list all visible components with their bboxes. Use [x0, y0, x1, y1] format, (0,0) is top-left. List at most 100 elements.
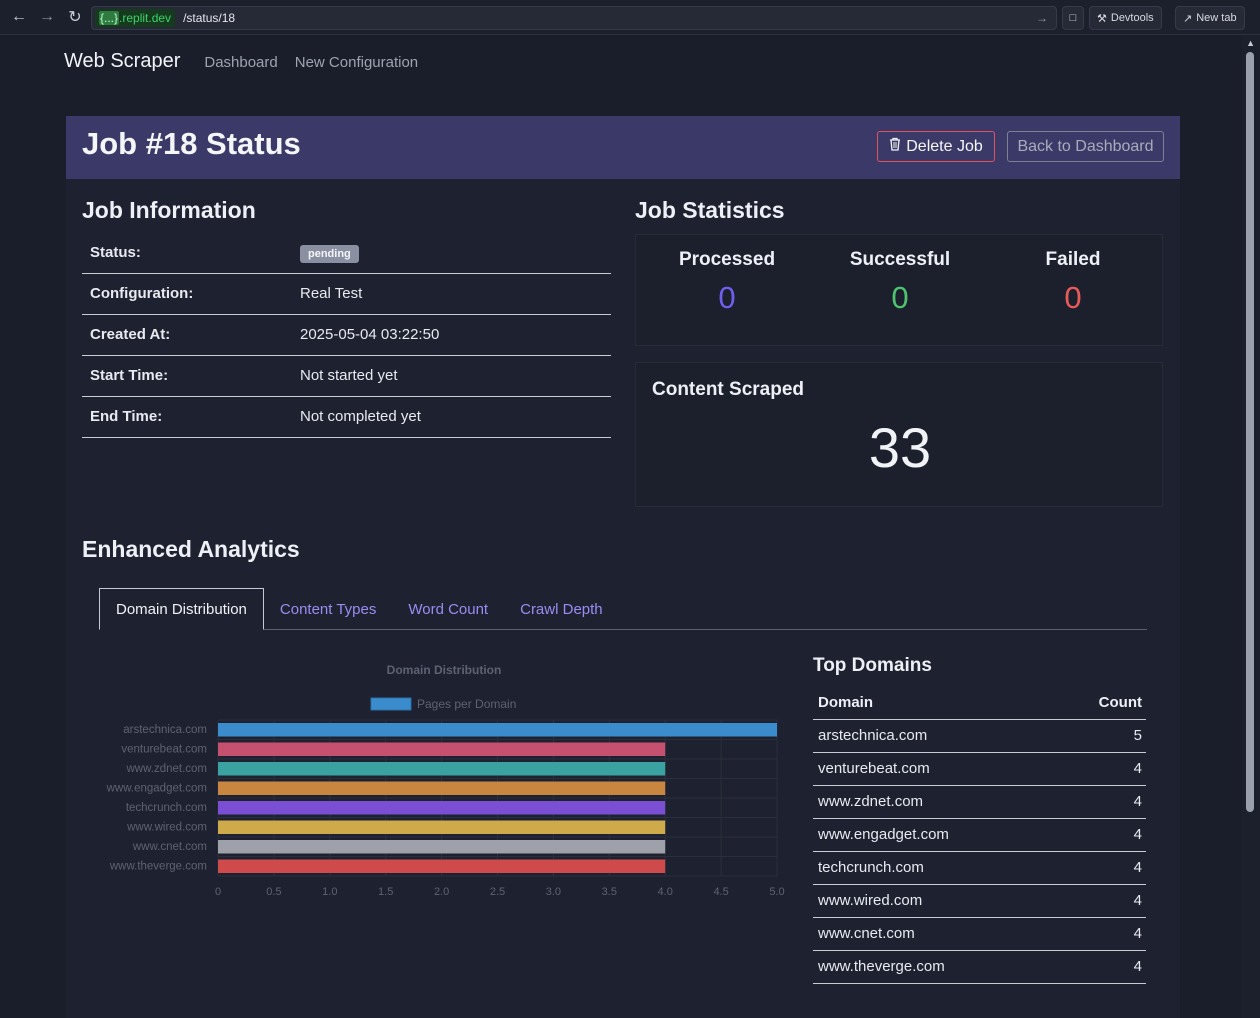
- y-tick-label: www.wired.com: [126, 822, 207, 834]
- count-cell: 4: [1059, 818, 1146, 852]
- end-time-value: Not completed yet: [300, 396, 611, 438]
- bar: [218, 801, 666, 815]
- count-cell: 4: [1059, 884, 1146, 918]
- failed-value: 0: [1064, 280, 1082, 315]
- x-tick-label: 4.0: [658, 886, 673, 898]
- delete-job-label: Delete Job: [906, 137, 983, 155]
- column-header-count: Count: [1059, 686, 1146, 720]
- browser-toolbar: ← → ↻ {...}.replit.dev /status/18 → □ ⚒ …: [0, 0, 1260, 35]
- y-tick-label: techcrunch.com: [126, 802, 207, 814]
- successful-stat: Successful 0: [812, 249, 988, 316]
- bar: [218, 859, 666, 873]
- devtools-label: Devtools: [1110, 12, 1154, 24]
- scroll-up-icon[interactable]: ▲: [1246, 38, 1255, 48]
- x-tick-label: 2.5: [490, 886, 505, 898]
- table-row: www.wired.com 4: [813, 884, 1146, 918]
- processed-value: 0: [718, 280, 736, 315]
- table-row: Created At: 2025-05-04 03:22:50: [82, 314, 611, 356]
- successful-value: 0: [891, 280, 909, 315]
- bar: [218, 723, 777, 737]
- domain-cell: techcrunch.com: [813, 851, 1060, 885]
- url-bar[interactable]: {...}.replit.dev /status/18 →: [91, 6, 1057, 30]
- bar: [218, 840, 666, 854]
- failed-stat: Failed 0: [985, 249, 1161, 316]
- job-information-heading: Job Information: [82, 197, 256, 223]
- y-tick-label: www.cnet.com: [132, 841, 207, 853]
- count-cell: 5: [1059, 719, 1146, 753]
- bar: [218, 762, 666, 776]
- domain-cell: arstechnica.com: [813, 719, 1060, 753]
- count-cell: 4: [1059, 851, 1146, 885]
- count-cell: 4: [1059, 917, 1146, 951]
- x-tick-label: 1.5: [378, 886, 393, 898]
- domain-cell: www.theverge.com: [813, 950, 1060, 984]
- wrench-icon: ⚒: [1097, 12, 1107, 25]
- brand-link[interactable]: Web Scraper: [64, 50, 180, 73]
- x-tick-label: 3.0: [546, 886, 561, 898]
- nav-link-dashboard[interactable]: Dashboard: [204, 54, 277, 71]
- go-arrow-icon[interactable]: →: [1036, 11, 1048, 25]
- table-row: www.theverge.com 4: [813, 950, 1146, 984]
- table-row: arstechnica.com 5: [813, 719, 1146, 753]
- job-info-table: Status: pending Configuration: Real Test…: [82, 232, 611, 438]
- enhanced-analytics-heading: Enhanced Analytics: [82, 536, 300, 562]
- back-arrow-icon[interactable]: ←: [5, 3, 33, 31]
- table-row: www.zdnet.com 4: [813, 785, 1146, 819]
- legend-swatch: [370, 697, 412, 711]
- y-tick-label: www.engadget.com: [106, 783, 207, 795]
- domain-cell: www.wired.com: [813, 884, 1060, 918]
- domain-distribution-chart: Domain Distribution Pages per Domain 0 0.5 1…: [106, 663, 785, 898]
- back-to-dashboard-button[interactable]: Back to Dashboard: [1007, 131, 1164, 162]
- delete-job-button[interactable]: Delete Job: [877, 131, 995, 162]
- count-cell: 4: [1059, 752, 1146, 786]
- url-host: {...}.replit.dev: [95, 9, 176, 27]
- url-path: /status/18: [183, 11, 236, 25]
- start-time-label: Start Time:: [82, 355, 300, 397]
- devtools-button[interactable]: ⚒ Devtools: [1089, 6, 1162, 30]
- legend-label: Pages per Domain: [417, 697, 516, 711]
- status-label: Status:: [82, 232, 300, 274]
- device-icon[interactable]: □: [1062, 6, 1084, 30]
- forward-arrow-icon[interactable]: →: [33, 3, 61, 31]
- tab-content-types[interactable]: Content Types: [264, 588, 392, 630]
- tab-word-count[interactable]: Word Count: [392, 588, 504, 630]
- start-time-value: Not started yet: [300, 355, 611, 397]
- table-row: techcrunch.com 4: [813, 851, 1146, 885]
- new-tab-label: New tab: [1196, 12, 1237, 24]
- url-host-brace: {...}: [99, 11, 120, 25]
- table-row: Status: pending: [82, 232, 611, 274]
- table-row: Start Time: Not started yet: [82, 355, 611, 397]
- y-tick-label: arstechnica.com: [123, 724, 207, 736]
- tab-domain-distribution[interactable]: Domain Distribution: [99, 588, 264, 630]
- configuration-value: Real Test: [300, 273, 611, 315]
- status-badge: pending: [300, 244, 359, 263]
- bar: [218, 742, 666, 756]
- table-row: www.cnet.com 4: [813, 917, 1146, 951]
- x-tick-label: 4.5: [713, 886, 728, 898]
- job-header: Job #18 Status Delete Job Back to Dashbo…: [66, 116, 1180, 179]
- top-domains-heading: Top Domains: [813, 655, 932, 676]
- domain-cell: www.zdnet.com: [813, 785, 1060, 819]
- top-nav: Web Scraper Dashboard New Configuration: [64, 50, 435, 73]
- y-tick-label: www.zdnet.com: [125, 763, 207, 775]
- analytics-tabs: Domain Distribution Content Types Word C…: [99, 588, 1147, 630]
- table-row: End Time: Not completed yet: [82, 396, 611, 438]
- status-value: pending: [300, 232, 611, 274]
- tab-crawl-depth[interactable]: Crawl Depth: [504, 588, 619, 630]
- job-statistics-heading: Job Statistics: [635, 197, 785, 223]
- successful-label: Successful: [849, 249, 951, 270]
- scrollbar-thumb[interactable]: [1246, 52, 1254, 812]
- nav-link-new-configuration[interactable]: New Configuration: [295, 54, 418, 71]
- content-scraped-card: Content Scraped 33: [635, 362, 1163, 507]
- x-tick-label: 2.0: [434, 886, 449, 898]
- count-cell: 4: [1059, 785, 1146, 819]
- table-row: Configuration: Real Test: [82, 273, 611, 315]
- x-tick-label: 3.5: [602, 886, 617, 898]
- new-tab-button[interactable]: ↗ New tab: [1175, 6, 1245, 30]
- reload-icon[interactable]: ↻: [61, 3, 89, 31]
- column-header-domain: Domain: [813, 686, 1060, 720]
- stats-card: Processed 0 Successful 0 Failed 0: [635, 234, 1163, 346]
- trash-icon: [889, 137, 901, 156]
- created-at-label: Created At:: [82, 314, 300, 356]
- y-tick-label: www.theverge.com: [109, 861, 207, 873]
